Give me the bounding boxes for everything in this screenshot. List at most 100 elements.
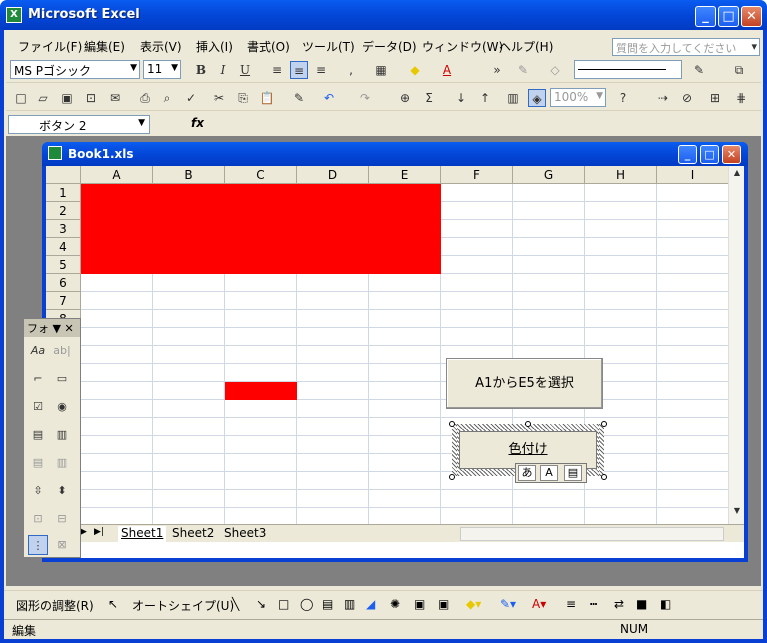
- oval-icon[interactable]: ◯: [300, 597, 313, 611]
- forms-toolbar-title[interactable]: フォ ▼ ✕: [24, 319, 80, 337]
- autoshape-menu[interactable]: オートシェイプ(U): [132, 597, 234, 614]
- pen-icon[interactable]: ✎: [514, 61, 532, 79]
- checkbox-tool-icon[interactable]: ☑: [28, 397, 48, 417]
- shape-adjust-menu[interactable]: 図形の調整(R): [16, 597, 94, 614]
- label-tool-icon[interactable]: Aa: [28, 341, 48, 361]
- group-box-tool-icon[interactable]: ⌐: [28, 369, 48, 389]
- resize-handle[interactable]: [449, 421, 455, 427]
- menu-format[interactable]: 書式(O): [247, 38, 290, 55]
- book-maximize-button[interactable]: □: [700, 145, 719, 164]
- format-painter-icon[interactable]: ✎: [290, 89, 308, 107]
- workbook-title-bar[interactable]: Book1.xls _ □ ✕: [42, 142, 748, 166]
- option-button-tool-icon[interactable]: ◉: [52, 397, 72, 417]
- borders-icon[interactable]: ▦: [372, 61, 390, 79]
- textbox-icon[interactable]: ▤: [322, 597, 333, 611]
- worksheet[interactable]: A B C D E F G H I 1 2 3 4 5 6 7 8: [46, 166, 744, 558]
- book-minimize-button[interactable]: _: [678, 145, 697, 164]
- col-header-c[interactable]: C: [225, 166, 297, 184]
- menu-window[interactable]: ウィンドウ(W): [422, 38, 503, 55]
- picture-icon[interactable]: ▣: [414, 597, 425, 611]
- border-grid-icon[interactable]: ⧉: [730, 61, 748, 79]
- row-header[interactable]: 6: [46, 274, 81, 292]
- distribute-icon[interactable]: ⋕: [732, 89, 750, 107]
- font-name-combo[interactable]: MS Pゴシック ▼: [10, 60, 140, 79]
- menu-help[interactable]: ヘルプ(H): [499, 38, 553, 55]
- menu-tools[interactable]: ツール(T): [302, 38, 355, 55]
- menu-view[interactable]: 表示(V): [140, 38, 182, 55]
- sort-desc-icon[interactable]: ↑: [476, 89, 494, 107]
- col-header-f[interactable]: F: [441, 166, 513, 184]
- ime-convert-icon[interactable]: A: [540, 465, 558, 481]
- toolbar-options-icon[interactable]: »: [488, 61, 506, 79]
- sort-asc-icon[interactable]: ↓: [452, 89, 470, 107]
- arrow-line-icon[interactable]: ↘: [256, 597, 266, 611]
- paste-icon[interactable]: 📋: [258, 89, 276, 107]
- col-header-g[interactable]: G: [513, 166, 585, 184]
- resize-handle[interactable]: [525, 421, 531, 427]
- help-search-input[interactable]: 質問を入力してください: [612, 38, 760, 56]
- menu-insert[interactable]: 挿入(I): [196, 38, 233, 55]
- permission-icon[interactable]: ⊡: [82, 89, 100, 107]
- line-style-icon[interactable]: ≡: [566, 597, 576, 611]
- italic-icon[interactable]: I: [214, 61, 232, 79]
- sheet-tab-1[interactable]: Sheet1: [118, 526, 167, 542]
- picture2-icon[interactable]: ▣: [438, 597, 449, 611]
- name-box[interactable]: ボタン 2 ▼: [8, 115, 150, 134]
- autosum-icon[interactable]: Σ: [420, 89, 438, 107]
- row-header[interactable]: 4: [46, 238, 81, 256]
- combo-dropdown-tool-icon[interactable]: ▥: [52, 453, 72, 473]
- resize-handle[interactable]: [601, 421, 607, 427]
- chart-wizard-icon[interactable]: ▥: [504, 89, 522, 107]
- hyperlink-icon[interactable]: ⊕: [396, 89, 414, 107]
- combo-list-tool-icon[interactable]: ▤: [28, 453, 48, 473]
- line-tool-icon[interactable]: ╲: [232, 597, 239, 611]
- grid-icon[interactable]: ⊞: [706, 89, 724, 107]
- spinner-tool-icon[interactable]: ⬍: [52, 481, 72, 501]
- horizontal-scrollbar[interactable]: [460, 527, 724, 541]
- next-sheet-icon[interactable]: ▶: [80, 527, 87, 537]
- menu-file[interactable]: ファイル(F): [18, 38, 82, 55]
- line-color-icon[interactable]: ✎: [690, 61, 708, 79]
- resize-handle[interactable]: [601, 474, 607, 480]
- align-left-icon[interactable]: ≡: [268, 61, 286, 79]
- undo-icon[interactable]: ↶: [320, 89, 338, 107]
- remove-icon[interactable]: ⊘: [678, 89, 696, 107]
- redo-icon[interactable]: ↷: [356, 89, 374, 107]
- diagram-icon[interactable]: ◢: [366, 597, 375, 611]
- maximize-button[interactable]: □: [718, 6, 739, 27]
- scroll-bar-tool-icon[interactable]: ⇳: [28, 481, 48, 501]
- new-file-icon[interactable]: □: [12, 89, 30, 107]
- draw-font-color-icon[interactable]: A▾: [532, 597, 546, 611]
- arrow-tool-icon[interactable]: ⇢: [654, 89, 672, 107]
- control-properties-icon[interactable]: ⊡: [28, 509, 48, 529]
- row-header[interactable]: 1: [46, 184, 81, 202]
- row-header[interactable]: 3: [46, 220, 81, 238]
- open-icon[interactable]: ▱: [34, 89, 52, 107]
- col-header-b[interactable]: B: [153, 166, 225, 184]
- row-header[interactable]: 7: [46, 292, 81, 310]
- edit-box-tool-icon[interactable]: ab|: [52, 341, 72, 361]
- toggle-grid-icon[interactable]: ⋮: [28, 535, 48, 555]
- underline-icon[interactable]: U: [236, 61, 254, 79]
- run-dialog-icon[interactable]: ⊠: [52, 535, 72, 555]
- last-sheet-icon[interactable]: ▶|: [94, 527, 104, 537]
- ime-hiragana-icon[interactable]: あ: [518, 465, 536, 481]
- col-header-h[interactable]: H: [585, 166, 657, 184]
- comma-style-icon[interactable]: ,: [342, 61, 360, 79]
- align-center-icon[interactable]: ≡: [290, 61, 308, 79]
- row-header[interactable]: 2: [46, 202, 81, 220]
- arrow-style-icon[interactable]: ⇄: [614, 597, 624, 611]
- eraser-icon[interactable]: ◇: [546, 61, 564, 79]
- print-preview-icon[interactable]: ⌕: [158, 89, 176, 107]
- spelling-icon[interactable]: ✓: [182, 89, 200, 107]
- draw-line-color-icon[interactable]: ✎▾: [500, 597, 516, 611]
- clipart-icon[interactable]: ✺: [390, 597, 400, 611]
- col-header-i[interactable]: I: [657, 166, 729, 184]
- bold-icon[interactable]: B: [192, 61, 210, 79]
- edit-code-icon[interactable]: ⊟: [52, 509, 72, 529]
- fill-color-icon[interactable]: ◆: [406, 61, 424, 79]
- copy-icon[interactable]: ⎘: [234, 89, 252, 107]
- title-bar[interactable]: X Microsoft Excel _ □ ✕: [0, 0, 767, 30]
- row-header[interactable]: 5: [46, 256, 81, 274]
- wordart-icon[interactable]: ▥: [344, 597, 355, 611]
